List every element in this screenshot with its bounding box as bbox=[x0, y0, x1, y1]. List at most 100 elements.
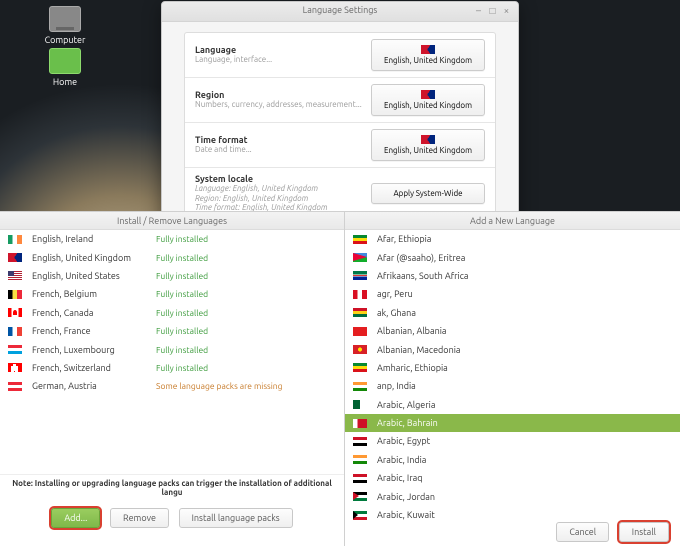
titlebar[interactable]: Language Settings – □ × bbox=[162, 2, 518, 22]
flag-icon bbox=[353, 253, 367, 262]
language-name: Afar, Ethiopia bbox=[377, 234, 672, 244]
language-name: Arabic, India bbox=[377, 455, 672, 465]
desktop-icon-label: Home bbox=[38, 77, 92, 87]
flag-icon bbox=[353, 419, 367, 428]
install-button[interactable]: Install bbox=[619, 522, 669, 542]
flag-icon bbox=[353, 271, 367, 280]
right-button-row: Cancel Install bbox=[553, 521, 672, 542]
panel-title: Add a New Language bbox=[345, 212, 680, 230]
language-name: Arabic, Kuwait bbox=[377, 510, 672, 520]
list-item[interactable]: anp, India bbox=[345, 377, 680, 395]
list-item[interactable]: German, AustriaSome language packs are m… bbox=[0, 377, 344, 395]
install-status: Fully installed bbox=[156, 308, 336, 318]
row-subtitle: Numbers, currency, addresses, measuremen… bbox=[195, 100, 363, 110]
list-item[interactable]: Afar, Ethiopia bbox=[345, 230, 680, 248]
close-button[interactable]: × bbox=[501, 6, 512, 17]
language-name: French, France bbox=[32, 326, 156, 336]
list-item[interactable]: Arabic, Bahrain bbox=[345, 414, 680, 432]
install-status: Fully installed bbox=[156, 363, 336, 373]
left-button-row: Add... Remove Install language packs bbox=[0, 501, 344, 538]
list-item[interactable]: French, SwitzerlandFully installed bbox=[0, 359, 344, 377]
language-name: anp, India bbox=[377, 381, 672, 391]
flag-icon bbox=[8, 253, 22, 262]
row-title: Region bbox=[195, 90, 363, 100]
language-name: ak, Ghana bbox=[377, 308, 672, 318]
button-label: English, United Kingdom bbox=[384, 56, 472, 65]
remove-button[interactable]: Remove bbox=[110, 508, 169, 528]
flag-icon bbox=[353, 363, 367, 372]
desktop-icon-label: Computer bbox=[38, 35, 92, 45]
list-item[interactable]: French, CanadaFully installed bbox=[0, 304, 344, 322]
desktop-icon-computer[interactable]: Computer bbox=[38, 6, 92, 45]
list-item[interactable]: Arabic, Jordan bbox=[345, 487, 680, 505]
install-status: Fully installed bbox=[156, 345, 336, 355]
language-name: French, Luxembourg bbox=[32, 345, 156, 355]
locale-selector-button[interactable]: English, United Kingdom bbox=[371, 129, 485, 161]
language-name: Amharic, Ethiopia bbox=[377, 363, 672, 373]
list-item[interactable]: Albanian, Macedonia bbox=[345, 340, 680, 358]
list-item[interactable]: Afrikaans, South Africa bbox=[345, 267, 680, 285]
list-item[interactable]: French, FranceFully installed bbox=[0, 322, 344, 340]
list-item[interactable]: French, BelgiumFully installed bbox=[0, 285, 344, 303]
locale-selector-button[interactable]: English, United Kingdom bbox=[371, 84, 485, 116]
window-title: Language Settings bbox=[162, 5, 518, 15]
list-item[interactable]: English, United StatesFully installed bbox=[0, 267, 344, 285]
add-button[interactable]: Add... bbox=[51, 508, 100, 528]
list-item[interactable]: Arabic, Iraq bbox=[345, 469, 680, 487]
flag-icon bbox=[8, 235, 22, 244]
list-item[interactable]: Afar (@saaho), Eritrea bbox=[345, 248, 680, 266]
list-item[interactable]: English, United KingdomFully installed bbox=[0, 248, 344, 266]
flag-icon bbox=[353, 455, 367, 464]
row-title: System locale bbox=[195, 174, 363, 184]
flag-icon bbox=[353, 400, 367, 409]
language-name: agr, Peru bbox=[377, 289, 672, 299]
list-item[interactable]: French, LuxembourgFully installed bbox=[0, 340, 344, 358]
desktop-icon-home[interactable]: Home bbox=[38, 48, 92, 87]
flag-icon bbox=[353, 492, 367, 501]
row-title: Language bbox=[195, 45, 363, 55]
language-name: Afar (@saaho), Eritrea bbox=[377, 253, 672, 263]
flag-icon bbox=[353, 308, 367, 317]
row-subtitle: Date and time... bbox=[195, 145, 363, 155]
locale-selector-button[interactable]: English, United Kingdom bbox=[371, 39, 485, 71]
add-language-panel: Add a New Language Afar, Ethiopia Afar (@… bbox=[345, 211, 680, 546]
available-languages-list[interactable]: Afar, Ethiopia Afar (@saaho), Eritrea Afri… bbox=[345, 230, 680, 525]
flag-icon bbox=[421, 45, 435, 54]
button-label: English, United Kingdom bbox=[384, 146, 472, 155]
flag-icon bbox=[353, 474, 367, 483]
flag-icon bbox=[353, 345, 367, 354]
installed-languages-list[interactable]: English, IrelandFully installedEnglish, … bbox=[0, 230, 344, 474]
language-name: Albanian, Albania bbox=[377, 326, 672, 336]
flag-icon bbox=[353, 511, 367, 520]
list-item[interactable]: Albanian, Albania bbox=[345, 322, 680, 340]
list-item[interactable]: ak, Ghana bbox=[345, 304, 680, 322]
list-item[interactable]: agr, Peru bbox=[345, 285, 680, 303]
list-item[interactable]: Arabic, India bbox=[345, 451, 680, 469]
list-item[interactable]: Arabic, Egypt bbox=[345, 432, 680, 450]
list-item[interactable]: English, IrelandFully installed bbox=[0, 230, 344, 248]
install-language-packs-button[interactable]: Install language packs bbox=[179, 508, 293, 528]
minimize-button[interactable]: – bbox=[473, 6, 484, 17]
row-subtitle: Language, interface... bbox=[195, 55, 363, 65]
flag-icon bbox=[353, 437, 367, 446]
apply-system-wide-button[interactable]: Apply System-Wide bbox=[371, 183, 485, 204]
flag-icon bbox=[8, 308, 22, 317]
flag-icon bbox=[8, 327, 22, 336]
list-item[interactable]: Amharic, Ethiopia bbox=[345, 359, 680, 377]
flag-icon bbox=[8, 345, 22, 354]
list-item[interactable]: Arabic, Algeria bbox=[345, 396, 680, 414]
language-name: French, Canada bbox=[32, 308, 156, 318]
flag-icon bbox=[8, 271, 22, 280]
language-name: French, Belgium bbox=[32, 289, 156, 299]
maximize-button[interactable]: □ bbox=[487, 6, 498, 17]
language-name: Arabic, Iraq bbox=[377, 473, 672, 483]
install-status: Some language packs are missing bbox=[156, 381, 336, 391]
language-name: English, United Kingdom bbox=[32, 253, 156, 263]
install-note: Note: Installing or upgrading language p… bbox=[0, 474, 344, 501]
cancel-button[interactable]: Cancel bbox=[556, 522, 609, 542]
row-subtitle: Language: English, United KingdomRegion:… bbox=[195, 184, 363, 213]
language-name: German, Austria bbox=[32, 381, 156, 391]
flag-icon bbox=[8, 382, 22, 391]
flag-icon bbox=[353, 327, 367, 336]
button-label: Apply System-Wide bbox=[393, 189, 462, 198]
